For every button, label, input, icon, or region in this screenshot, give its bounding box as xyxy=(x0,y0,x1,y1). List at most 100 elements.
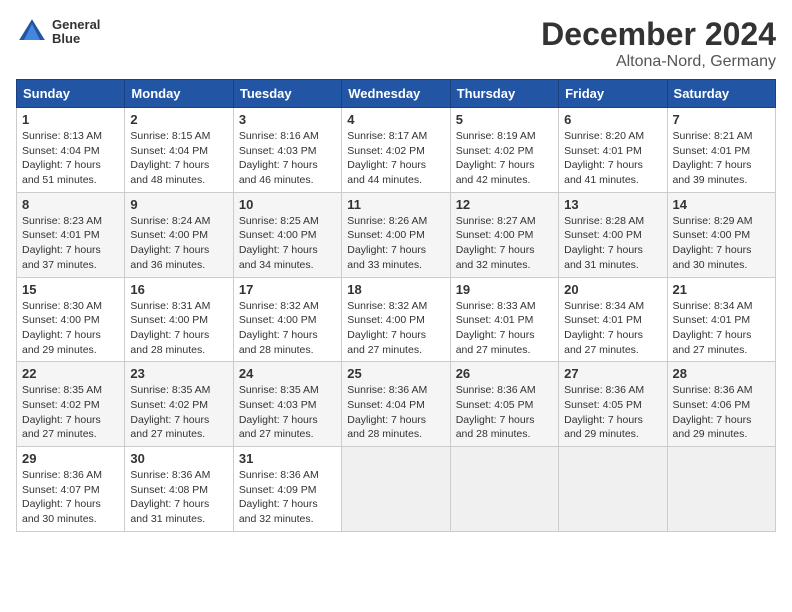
day-number: 23 xyxy=(130,366,227,381)
day-number: 7 xyxy=(673,112,770,127)
day-number: 22 xyxy=(22,366,119,381)
calendar-cell: 24 Sunrise: 8:35 AM Sunset: 4:03 PM Dayli… xyxy=(233,362,341,447)
day-number: 24 xyxy=(239,366,336,381)
calendar-cell: 8 Sunrise: 8:23 AM Sunset: 4:01 PM Daylig… xyxy=(17,192,125,277)
day-info: Sunrise: 8:36 AM Sunset: 4:05 PM Dayligh… xyxy=(456,383,553,442)
day-number: 14 xyxy=(673,197,770,212)
logo-line1: General xyxy=(52,18,100,32)
day-info: Sunrise: 8:36 AM Sunset: 4:05 PM Dayligh… xyxy=(564,383,661,442)
calendar-cell: 9 Sunrise: 8:24 AM Sunset: 4:00 PM Daylig… xyxy=(125,192,233,277)
calendar-cell: 7 Sunrise: 8:21 AM Sunset: 4:01 PM Daylig… xyxy=(667,108,775,193)
calendar-cell xyxy=(667,447,775,532)
calendar-cell: 16Sunrise: 8:31 AM Sunset: 4:00 PM Dayli… xyxy=(125,277,233,362)
calendar-week-5: 29Sunrise: 8:36 AM Sunset: 4:07 PM Dayli… xyxy=(17,447,776,532)
calendar-week-3: 15 Sunrise: 8:30 AM Sunset: 4:00 PM Dayli… xyxy=(17,277,776,362)
day-info: Sunrise: 8:27 AM Sunset: 4:00 PM Dayligh… xyxy=(456,214,553,273)
logo-line2: Blue xyxy=(52,32,100,46)
day-info: Sunrise: 8:32 AM Sunset: 4:00 PM Dayligh… xyxy=(239,299,336,358)
day-number: 27 xyxy=(564,366,661,381)
day-info: Sunrise: 8:29 AM Sunset: 4:00 PM Dayligh… xyxy=(673,214,770,273)
day-info: Sunrise: 8:36 AM Sunset: 4:04 PM Dayligh… xyxy=(347,383,444,442)
header-col-monday: Monday xyxy=(125,80,233,108)
day-info: Sunrise: 8:20 AM Sunset: 4:01 PM Dayligh… xyxy=(564,129,661,188)
page-subtitle: Altona-Nord, Germany xyxy=(541,53,776,71)
day-info: Sunrise: 8:13 AM Sunset: 4:04 PM Dayligh… xyxy=(22,129,119,188)
calendar-cell: 12 Sunrise: 8:27 AM Sunset: 4:00 PM Dayli… xyxy=(450,192,558,277)
calendar-cell xyxy=(559,447,667,532)
day-number: 6 xyxy=(564,112,661,127)
calendar-cell xyxy=(450,447,558,532)
day-number: 8 xyxy=(22,197,119,212)
day-number: 1 xyxy=(22,112,119,127)
day-info: Sunrise: 8:21 AM Sunset: 4:01 PM Dayligh… xyxy=(673,129,770,188)
day-info: Sunrise: 8:17 AM Sunset: 4:02 PM Dayligh… xyxy=(347,129,444,188)
day-number: 31 xyxy=(239,451,336,466)
day-info: Sunrise: 8:35 AM Sunset: 4:02 PM Dayligh… xyxy=(130,383,227,442)
calendar-cell: 10Sunrise: 8:25 AM Sunset: 4:00 PM Dayli… xyxy=(233,192,341,277)
calendar-cell: 20 Sunrise: 8:34 AM Sunset: 4:01 PM Dayli… xyxy=(559,277,667,362)
day-number: 25 xyxy=(347,366,444,381)
calendar-cell: 3Sunrise: 8:16 AM Sunset: 4:03 PM Daylig… xyxy=(233,108,341,193)
day-info: Sunrise: 8:28 AM Sunset: 4:00 PM Dayligh… xyxy=(564,214,661,273)
calendar-cell: 29Sunrise: 8:36 AM Sunset: 4:07 PM Dayli… xyxy=(17,447,125,532)
day-info: Sunrise: 8:36 AM Sunset: 4:07 PM Dayligh… xyxy=(22,468,119,527)
calendar-cell: 17Sunrise: 8:32 AM Sunset: 4:00 PM Dayli… xyxy=(233,277,341,362)
calendar-week-2: 8 Sunrise: 8:23 AM Sunset: 4:01 PM Daylig… xyxy=(17,192,776,277)
calendar-cell: 28Sunrise: 8:36 AM Sunset: 4:06 PM Dayli… xyxy=(667,362,775,447)
day-info: Sunrise: 8:32 AM Sunset: 4:00 PM Dayligh… xyxy=(347,299,444,358)
calendar-cell: 21 Sunrise: 8:34 AM Sunset: 4:01 PM Dayli… xyxy=(667,277,775,362)
header-col-sunday: Sunday xyxy=(17,80,125,108)
day-info: Sunrise: 8:35 AM Sunset: 4:02 PM Dayligh… xyxy=(22,383,119,442)
day-info: Sunrise: 8:36 AM Sunset: 4:09 PM Dayligh… xyxy=(239,468,336,527)
calendar-cell: 2Sunrise: 8:15 AM Sunset: 4:04 PM Daylig… xyxy=(125,108,233,193)
calendar-cell: 27 Sunrise: 8:36 AM Sunset: 4:05 PM Dayli… xyxy=(559,362,667,447)
day-info: Sunrise: 8:15 AM Sunset: 4:04 PM Dayligh… xyxy=(130,129,227,188)
day-info: Sunrise: 8:16 AM Sunset: 4:03 PM Dayligh… xyxy=(239,129,336,188)
calendar-cell: 15 Sunrise: 8:30 AM Sunset: 4:00 PM Dayli… xyxy=(17,277,125,362)
calendar-cell: 14 Sunrise: 8:29 AM Sunset: 4:00 PM Dayli… xyxy=(667,192,775,277)
day-number: 21 xyxy=(673,282,770,297)
calendar-cell: 18Sunrise: 8:32 AM Sunset: 4:00 PM Dayli… xyxy=(342,277,450,362)
day-number: 5 xyxy=(456,112,553,127)
day-number: 20 xyxy=(564,282,661,297)
header-col-thursday: Thursday xyxy=(450,80,558,108)
logo: General Blue xyxy=(16,16,100,48)
calendar-cell: 22 Sunrise: 8:35 AM Sunset: 4:02 PM Dayli… xyxy=(17,362,125,447)
calendar-header-row: SundayMondayTuesdayWednesdayThursdayFrid… xyxy=(17,80,776,108)
calendar-cell: 26 Sunrise: 8:36 AM Sunset: 4:05 PM Dayli… xyxy=(450,362,558,447)
day-number: 9 xyxy=(130,197,227,212)
logo-icon xyxy=(16,16,48,48)
day-info: Sunrise: 8:23 AM Sunset: 4:01 PM Dayligh… xyxy=(22,214,119,273)
calendar-cell: 30Sunrise: 8:36 AM Sunset: 4:08 PM Dayli… xyxy=(125,447,233,532)
calendar-cell: 5Sunrise: 8:19 AM Sunset: 4:02 PM Daylig… xyxy=(450,108,558,193)
calendar-cell: 13 Sunrise: 8:28 AM Sunset: 4:00 PM Dayli… xyxy=(559,192,667,277)
header-col-wednesday: Wednesday xyxy=(342,80,450,108)
calendar-cell: 25 Sunrise: 8:36 AM Sunset: 4:04 PM Dayli… xyxy=(342,362,450,447)
day-number: 15 xyxy=(22,282,119,297)
day-info: Sunrise: 8:25 AM Sunset: 4:00 PM Dayligh… xyxy=(239,214,336,273)
day-number: 11 xyxy=(347,197,444,212)
header-col-saturday: Saturday xyxy=(667,80,775,108)
day-info: Sunrise: 8:33 AM Sunset: 4:01 PM Dayligh… xyxy=(456,299,553,358)
day-number: 12 xyxy=(456,197,553,212)
calendar-cell: 19Sunrise: 8:33 AM Sunset: 4:01 PM Dayli… xyxy=(450,277,558,362)
calendar-cell: 1 Sunrise: 8:13 AM Sunset: 4:04 PM Daylig… xyxy=(17,108,125,193)
day-info: Sunrise: 8:24 AM Sunset: 4:00 PM Dayligh… xyxy=(130,214,227,273)
day-info: Sunrise: 8:36 AM Sunset: 4:06 PM Dayligh… xyxy=(673,383,770,442)
calendar-table: SundayMondayTuesdayWednesdayThursdayFrid… xyxy=(16,79,776,532)
header-col-friday: Friday xyxy=(559,80,667,108)
day-number: 13 xyxy=(564,197,661,212)
calendar-cell: 11Sunrise: 8:26 AM Sunset: 4:00 PM Dayli… xyxy=(342,192,450,277)
calendar-cell: 31 Sunrise: 8:36 AM Sunset: 4:09 PM Dayli… xyxy=(233,447,341,532)
calendar-week-4: 22 Sunrise: 8:35 AM Sunset: 4:02 PM Dayli… xyxy=(17,362,776,447)
logo-text: General Blue xyxy=(52,18,100,47)
day-number: 26 xyxy=(456,366,553,381)
day-info: Sunrise: 8:35 AM Sunset: 4:03 PM Dayligh… xyxy=(239,383,336,442)
calendar-cell: 23 Sunrise: 8:35 AM Sunset: 4:02 PM Dayli… xyxy=(125,362,233,447)
calendar-cell: 6 Sunrise: 8:20 AM Sunset: 4:01 PM Daylig… xyxy=(559,108,667,193)
calendar-cell xyxy=(342,447,450,532)
day-info: Sunrise: 8:34 AM Sunset: 4:01 PM Dayligh… xyxy=(564,299,661,358)
day-info: Sunrise: 8:34 AM Sunset: 4:01 PM Dayligh… xyxy=(673,299,770,358)
calendar-cell: 4Sunrise: 8:17 AM Sunset: 4:02 PM Daylig… xyxy=(342,108,450,193)
day-info: Sunrise: 8:30 AM Sunset: 4:00 PM Dayligh… xyxy=(22,299,119,358)
